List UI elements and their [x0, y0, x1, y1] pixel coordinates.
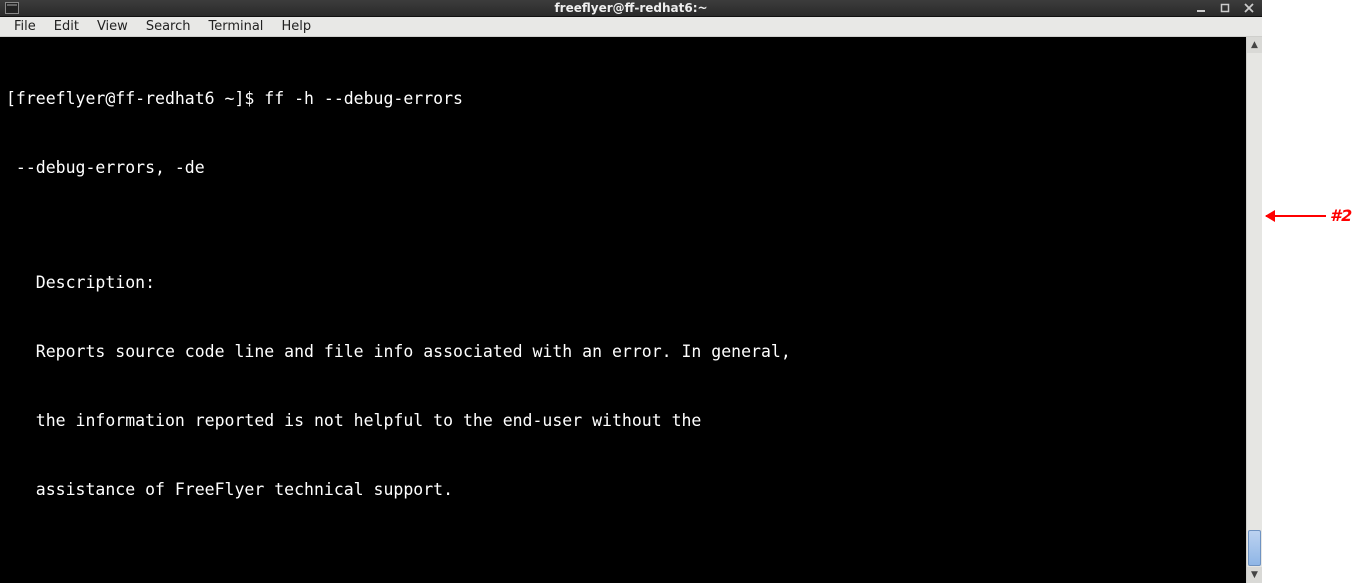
terminal-line: --debug-errors, -de	[6, 156, 1240, 179]
terminal-output[interactable]: [freeflyer@ff-redhat6 ~]$ ff -h --debug-…	[0, 37, 1246, 583]
window-controls	[1192, 0, 1258, 16]
scroll-thumb[interactable]	[1248, 530, 1261, 566]
terminal-line: Description:	[6, 271, 1240, 294]
annotation-arrow: #2	[1266, 206, 1370, 225]
terminal-app-icon	[4, 0, 20, 16]
menu-file[interactable]: File	[6, 17, 44, 36]
terminal-line: the information reported is not helpful …	[6, 409, 1240, 432]
minimize-button[interactable]	[1192, 0, 1210, 16]
menu-bar: File Edit View Search Terminal Help	[0, 17, 1262, 37]
menu-help[interactable]: Help	[273, 17, 319, 36]
menu-view[interactable]: View	[89, 17, 136, 36]
terminal-line: assistance of FreeFlyer technical suppor…	[6, 478, 1240, 501]
scroll-up-arrow-icon[interactable]: ▲	[1247, 37, 1262, 53]
window-title: freeflyer@ff-redhat6:~	[0, 1, 1262, 15]
annotation-label: #2	[1330, 206, 1352, 225]
maximize-button[interactable]	[1216, 0, 1234, 16]
terminal-window: freeflyer@ff-redhat6:~ File Edit View Se…	[0, 0, 1262, 583]
close-button[interactable]	[1240, 0, 1258, 16]
titlebar[interactable]: freeflyer@ff-redhat6:~	[0, 0, 1262, 17]
scroll-down-arrow-icon[interactable]: ▼	[1247, 567, 1262, 583]
scrollbar[interactable]: ▲ ▼	[1246, 37, 1262, 583]
terminal-body: [freeflyer@ff-redhat6 ~]$ ff -h --debug-…	[0, 37, 1262, 583]
menu-search[interactable]: Search	[138, 17, 199, 36]
terminal-line: Reports source code line and file info a…	[6, 340, 1240, 363]
arrow-left-icon	[1266, 215, 1326, 217]
menu-terminal[interactable]: Terminal	[200, 17, 271, 36]
terminal-line: [freeflyer@ff-redhat6 ~]$ ff -h --debug-…	[6, 87, 1240, 110]
menu-edit[interactable]: Edit	[46, 17, 87, 36]
